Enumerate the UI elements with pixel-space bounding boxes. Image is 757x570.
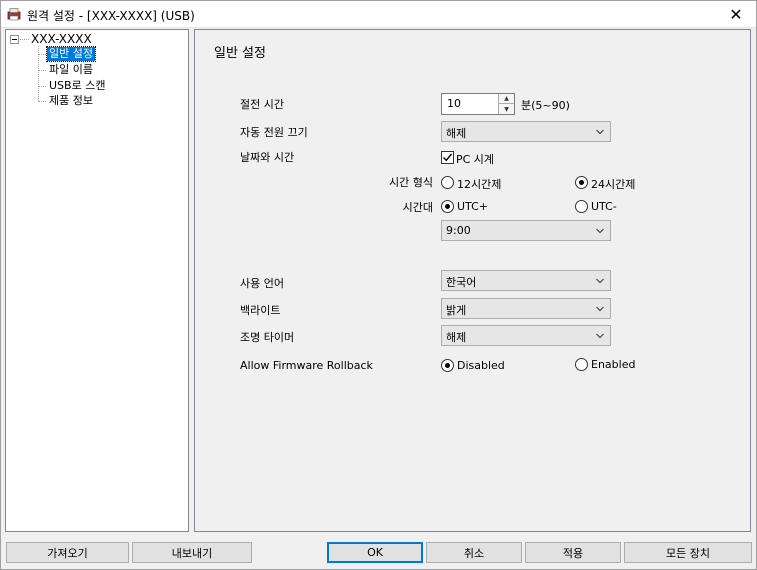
tree-connector <box>38 54 46 55</box>
tree-connector <box>38 101 46 102</box>
backlight-value: 밝게 <box>446 304 467 317</box>
tree-item-general-settings[interactable]: 일반 설정 <box>46 46 96 62</box>
apply-button[interactable]: 적용 <box>525 542 621 563</box>
tree-item-file-name[interactable]: 파일 이름 <box>47 63 95 77</box>
section-title: 일반 설정 <box>214 46 266 61</box>
tree-collapse-icon[interactable] <box>10 35 19 44</box>
auto-power-off-value: 해제 <box>446 127 467 140</box>
auto-power-off-label: 자동 전원 끄기 <box>240 126 308 139</box>
sleep-time-label: 절전 시간 <box>240 98 284 111</box>
rollback-enabled-label: Enabled <box>591 358 636 371</box>
pc-clock-checkbox[interactable] <box>441 151 454 164</box>
format-12h-radio[interactable] <box>441 176 454 189</box>
ok-button[interactable]: OK <box>327 542 423 563</box>
rollback-disabled-radio[interactable] <box>441 359 454 372</box>
spinner-buttons: ▲ ▼ <box>498 94 514 114</box>
cancel-button[interactable]: 취소 <box>426 542 522 563</box>
firmware-rollback-label: Allow Firmware Rollback <box>240 359 373 372</box>
sleep-time-spinner[interactable]: 10 ▲ ▼ <box>441 93 515 115</box>
timezone-label: 시간대 <box>402 201 433 214</box>
format-24h-label: 24시간제 <box>591 178 636 191</box>
auto-power-off-select[interactable]: 해제 <box>441 121 611 142</box>
remote-setup-window: 원격 설정 - [XXX-XXXX] (USB) ✕ XXX-XXXX 일반 설… <box>0 0 757 570</box>
time-format-label: 시간 형식 <box>389 176 433 189</box>
language-select[interactable]: 한국어 <box>441 270 611 291</box>
backlight-label: 백라이트 <box>240 304 281 317</box>
light-timer-value: 해제 <box>446 331 467 344</box>
chevron-down-icon <box>596 278 604 284</box>
rollback-enabled-radio[interactable] <box>575 358 588 371</box>
timezone-offset-value: 9:00 <box>446 224 471 237</box>
utc-plus-label: UTC+ <box>457 200 489 213</box>
pc-clock-label: PC 시계 <box>456 153 495 166</box>
sleep-time-unit: 분(5~90) <box>521 99 570 112</box>
all-devices-button[interactable]: 모든 장치 <box>624 542 752 563</box>
import-button[interactable]: 가져오기 <box>6 542 129 563</box>
close-button[interactable]: ✕ <box>716 1 756 27</box>
tree-connector <box>20 39 29 40</box>
date-time-label: 날짜와 시간 <box>240 151 295 164</box>
app-icon <box>7 8 21 21</box>
tree-item-scan-to-usb[interactable]: USB로 스캔 <box>47 79 107 93</box>
spin-down-icon[interactable]: ▼ <box>499 104 514 114</box>
language-label: 사용 언어 <box>240 277 284 290</box>
check-icon <box>443 153 453 162</box>
chevron-down-icon <box>596 306 604 312</box>
format-24h-radio[interactable] <box>575 176 588 189</box>
backlight-select[interactable]: 밝게 <box>441 298 611 319</box>
light-timer-select[interactable]: 해제 <box>441 325 611 346</box>
utc-minus-label: UTC- <box>591 200 617 213</box>
light-timer-label: 조명 타이머 <box>240 331 295 344</box>
settings-tree[interactable] <box>5 29 189 532</box>
close-icon: ✕ <box>729 4 743 24</box>
export-button[interactable]: 내보내기 <box>132 542 252 563</box>
chevron-down-icon <box>596 333 604 339</box>
window-title: 원격 설정 - [XXX-XXXX] (USB) <box>27 9 195 23</box>
chevron-down-icon <box>596 129 604 135</box>
timezone-offset-select[interactable]: 9:00 <box>441 220 611 241</box>
utc-minus-radio[interactable] <box>575 200 588 213</box>
utc-plus-radio[interactable] <box>441 200 454 213</box>
rollback-disabled-label: Disabled <box>457 359 505 372</box>
tree-root-device[interactable]: XXX-XXXX <box>31 32 92 46</box>
language-value: 한국어 <box>446 276 477 289</box>
spin-up-icon[interactable]: ▲ <box>499 94 514 104</box>
tree-connector <box>38 86 46 87</box>
tree-connector <box>38 70 46 71</box>
title-bar: 원격 설정 - [XXX-XXXX] (USB) ✕ <box>1 1 756 28</box>
sleep-time-value: 10 <box>447 97 461 110</box>
tree-item-machine-info[interactable]: 제품 정보 <box>47 94 95 108</box>
chevron-down-icon <box>596 228 604 234</box>
format-12h-label: 12시간제 <box>457 178 502 191</box>
